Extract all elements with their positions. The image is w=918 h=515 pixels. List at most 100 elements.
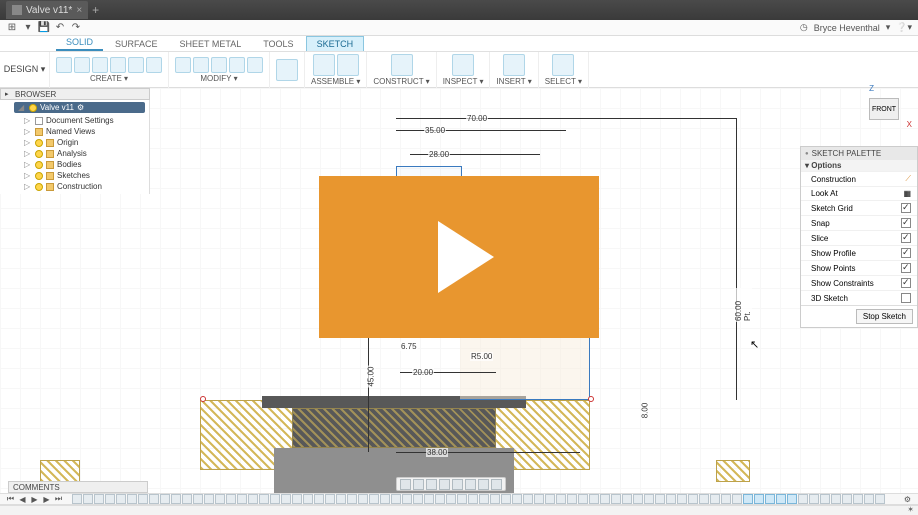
view-cube-face[interactable]: FRONT <box>869 98 899 120</box>
timeline-feature[interactable] <box>512 494 522 504</box>
timeline-feature[interactable] <box>589 494 599 504</box>
timeline-feature[interactable] <box>545 494 555 504</box>
dimension[interactable]: 45.00 <box>367 365 376 387</box>
sketch-point[interactable] <box>200 396 206 402</box>
timeline-feature[interactable] <box>138 494 148 504</box>
timeline-feature[interactable] <box>226 494 236 504</box>
timeline-feature[interactable] <box>600 494 610 504</box>
viewport-icon[interactable] <box>491 479 502 490</box>
checkbox[interactable] <box>901 248 911 258</box>
modify-icon[interactable] <box>211 57 227 73</box>
timeline-feature[interactable] <box>303 494 313 504</box>
timeline-feature[interactable] <box>171 494 181 504</box>
timeline-feature[interactable] <box>809 494 819 504</box>
zoom-window-icon[interactable] <box>452 479 463 490</box>
timeline-feature[interactable] <box>578 494 588 504</box>
visibility-icon[interactable] <box>35 139 43 147</box>
visibility-icon[interactable] <box>35 150 43 158</box>
timeline-feature[interactable] <box>105 494 115 504</box>
dimension[interactable]: 38.00 <box>426 448 448 457</box>
option-look-at[interactable]: Look At▦ <box>801 186 917 200</box>
timeline-feature[interactable] <box>237 494 247 504</box>
group-insert-label[interactable]: INSERT ▾ <box>496 77 531 86</box>
tree-item-construction[interactable]: ▷Construction <box>0 181 149 192</box>
timeline-feature[interactable] <box>391 494 401 504</box>
timeline-feature[interactable] <box>336 494 346 504</box>
create-icon[interactable] <box>110 57 126 73</box>
timeline-feature[interactable] <box>270 494 280 504</box>
stop-sketch-button[interactable]: Stop Sketch <box>856 309 913 324</box>
checkbox[interactable] <box>901 278 911 288</box>
timeline-feature[interactable] <box>149 494 159 504</box>
timeline-feature[interactable] <box>534 494 544 504</box>
app-grid-icon[interactable]: ⊞ <box>6 22 18 34</box>
timeline-feature[interactable] <box>347 494 357 504</box>
document-tab[interactable]: Valve v11* × <box>6 1 88 19</box>
checkbox[interactable] <box>901 233 911 243</box>
tree-root[interactable]: ◢ Valve v11 ⚙ <box>14 102 145 113</box>
timeline-feature[interactable] <box>556 494 566 504</box>
timeline-feature[interactable] <box>732 494 742 504</box>
expand-icon[interactable]: ◢ <box>18 103 26 112</box>
create-icon[interactable] <box>56 57 72 73</box>
option-show-constraints[interactable]: Show Constraints <box>801 275 917 290</box>
comments-header[interactable]: COMMENTS <box>8 481 148 493</box>
create-icon[interactable] <box>128 57 144 73</box>
visibility-icon[interactable] <box>35 161 43 169</box>
timeline-feature[interactable] <box>413 494 423 504</box>
timeline-feature[interactable] <box>710 494 720 504</box>
timeline-feature[interactable] <box>666 494 676 504</box>
inspect-icon[interactable] <box>452 54 474 76</box>
move-icon[interactable] <box>276 59 298 81</box>
group-inspect-label[interactable]: INSPECT ▾ <box>443 77 484 86</box>
timeline-feature[interactable] <box>204 494 214 504</box>
sketch-profile[interactable] <box>460 336 590 400</box>
dimension[interactable]: R5.00 <box>470 352 493 361</box>
tree-item-document-settings[interactable]: ▷Document Settings <box>0 115 149 126</box>
timeline-feature[interactable] <box>798 494 808 504</box>
gear-icon[interactable]: ⚙ <box>77 103 84 112</box>
close-icon[interactable]: × <box>76 5 82 16</box>
assemble-icon[interactable] <box>313 54 335 76</box>
checkbox[interactable] <box>901 203 911 213</box>
timeline-prev-icon[interactable]: ◀ <box>18 495 27 504</box>
timeline-feature[interactable] <box>292 494 302 504</box>
timeline-feature[interactable] <box>776 494 786 504</box>
help-icon[interactable]: ❔▾ <box>896 22 912 33</box>
timeline-feature[interactable] <box>633 494 643 504</box>
timeline-feature[interactable] <box>72 494 82 504</box>
file-icon[interactable]: ▾ <box>22 22 34 34</box>
tree-item-sketches[interactable]: ▷Sketches <box>0 170 149 181</box>
group-select-label[interactable]: SELECT ▾ <box>545 77 582 86</box>
modify-icon[interactable] <box>175 57 191 73</box>
group-modify-label[interactable]: MODIFY ▾ <box>200 74 237 83</box>
browser-header[interactable]: BROWSER <box>0 88 150 100</box>
settings-icon[interactable]: ✶ <box>907 505 914 514</box>
group-construct-label[interactable]: CONSTRUCT ▾ <box>373 77 429 86</box>
tab-tools[interactable]: TOOLS <box>253 37 303 51</box>
dimension[interactable]: 70.00 <box>466 114 488 123</box>
option-sketch-grid[interactable]: Sketch Grid <box>801 200 917 215</box>
timeline-feature[interactable] <box>523 494 533 504</box>
timeline-feature[interactable] <box>743 494 753 504</box>
timeline-feature[interactable] <box>644 494 654 504</box>
checkbox[interactable] <box>901 293 911 303</box>
timeline-feature[interactable] <box>853 494 863 504</box>
group-create-label[interactable]: CREATE ▾ <box>90 74 128 83</box>
create-icon[interactable] <box>74 57 90 73</box>
timeline-feature[interactable] <box>875 494 885 504</box>
timeline-feature[interactable] <box>314 494 324 504</box>
construct-icon[interactable] <box>391 54 413 76</box>
modify-icon[interactable] <box>247 57 263 73</box>
group-assemble-label[interactable]: ASSEMBLE ▾ <box>311 77 360 86</box>
option-show-profile[interactable]: Show Profile <box>801 245 917 260</box>
user-dropdown-icon[interactable]: ▾ <box>886 22 891 33</box>
grid-icon[interactable] <box>478 479 489 490</box>
timeline-feature[interactable] <box>325 494 335 504</box>
checkbox[interactable] <box>901 263 911 273</box>
visibility-icon[interactable] <box>29 104 37 112</box>
orbit-icon[interactable] <box>400 479 411 490</box>
display-icon[interactable] <box>465 479 476 490</box>
timeline-feature[interactable] <box>765 494 775 504</box>
visibility-icon[interactable] <box>35 172 43 180</box>
